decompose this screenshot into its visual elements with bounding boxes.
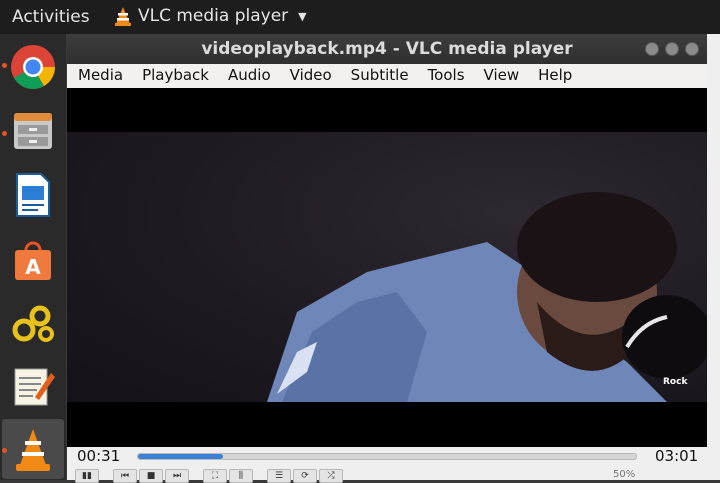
vlc-icon[interactable]	[8, 425, 58, 475]
app-menu-label: VLC media player	[138, 6, 289, 26]
app-menu[interactable]: VLC media player ▼	[114, 6, 307, 26]
extended-settings-button[interactable]: ⫼	[229, 469, 253, 483]
window-title: videoplayback.mp4 - VLC media player	[201, 39, 573, 59]
stop-button[interactable]: ■	[139, 469, 163, 483]
play-pause-button[interactable]: ▮▮	[75, 469, 99, 483]
minimize-button[interactable]	[645, 42, 659, 56]
menu-view[interactable]: View	[473, 64, 528, 88]
playlist-button[interactable]: ☰	[267, 469, 291, 483]
vlc-window: videoplayback.mp4 - VLC media player Med…	[67, 34, 720, 483]
background-window-edge	[707, 34, 720, 480]
menu-playback[interactable]: Playback	[131, 64, 217, 88]
loop-button[interactable]: ⟳	[293, 469, 317, 483]
video-area[interactable]: Rock	[67, 88, 707, 447]
menu-media[interactable]: Media	[67, 64, 131, 88]
menu-subtitle[interactable]: Subtitle	[340, 64, 417, 88]
top-bar: Activities VLC media player ▼	[0, 0, 720, 34]
video-content-image	[267, 192, 707, 402]
files-icon[interactable]	[8, 106, 58, 156]
running-indicator	[2, 131, 7, 136]
controls-bar: 00:31 03:01 ▮▮ ⏮ ■ ⏭ ⛶ ⫼ ☰ ⟳ ⤮ 50%	[67, 447, 720, 483]
dock: A	[0, 34, 66, 480]
volume-level[interactable]: 50%	[613, 469, 635, 480]
running-indicator	[2, 63, 7, 68]
title-bar[interactable]: videoplayback.mp4 - VLC media player	[67, 34, 720, 64]
previous-button[interactable]: ⏮	[113, 469, 137, 483]
chevron-down-icon: ▼	[298, 9, 307, 23]
menu-help[interactable]: Help	[527, 64, 580, 88]
activities-button[interactable]: Activities	[12, 7, 90, 27]
shuffle-button[interactable]: ⤮	[319, 469, 343, 483]
svg-text:A: A	[25, 255, 41, 279]
settings-gears-icon[interactable]	[8, 299, 58, 349]
vlc-cone-icon	[115, 7, 131, 26]
next-button[interactable]: ⏭	[165, 469, 189, 483]
watermark: Rock	[663, 377, 688, 387]
menu-bar: Media Playback Audio Video Subtitle Tool…	[67, 64, 720, 88]
fullscreen-button[interactable]: ⛶	[203, 469, 227, 483]
menu-audio[interactable]: Audio	[217, 64, 279, 88]
running-indicator	[2, 448, 7, 453]
chrome-icon[interactable]	[8, 42, 58, 92]
software-center-icon[interactable]: A	[8, 235, 58, 285]
video-frame: Rock	[67, 132, 707, 402]
menu-tools[interactable]: Tools	[417, 64, 473, 88]
total-time: 03:01	[655, 447, 699, 465]
seek-progress	[138, 454, 223, 459]
writer-icon[interactable]	[8, 170, 58, 220]
seek-slider[interactable]	[137, 453, 637, 460]
maximize-button[interactable]	[665, 42, 679, 56]
close-button[interactable]	[685, 42, 699, 56]
text-editor-icon[interactable]	[8, 360, 58, 410]
elapsed-time: 00:31	[77, 447, 121, 465]
menu-video[interactable]: Video	[279, 64, 340, 88]
